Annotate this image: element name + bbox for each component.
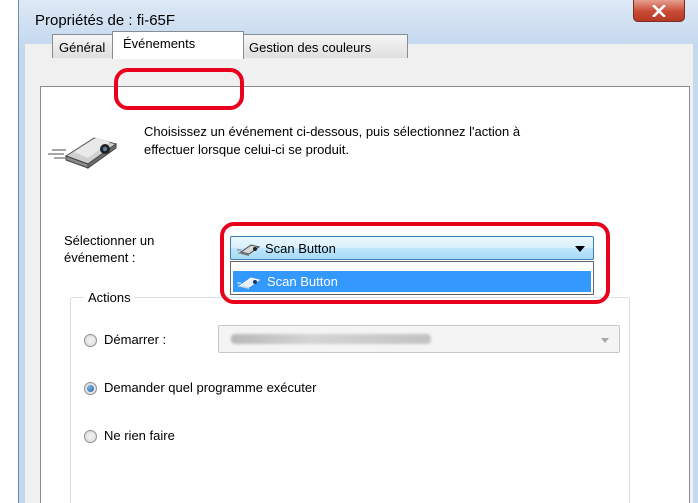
event-select-label: Sélectionner un événement : bbox=[64, 232, 154, 266]
start-label: Démarrer : bbox=[104, 332, 167, 347]
instructions-line-1: Choisissez un événement ci-dessous, puis… bbox=[144, 124, 521, 139]
prompt-program-label: Demander quel programme exécuter bbox=[104, 380, 317, 395]
event-option-scan-button[interactable]: Scan Button bbox=[233, 271, 591, 292]
start-radio[interactable] bbox=[84, 334, 97, 347]
event-select-label-line-1: Sélectionner un bbox=[64, 233, 155, 248]
event-options-list: Scan Button bbox=[230, 261, 594, 295]
tab-events[interactable]: Événements bbox=[112, 31, 244, 59]
tab-color-management[interactable]: Gestion des couleurs bbox=[242, 34, 408, 58]
scanner-small-icon bbox=[237, 277, 261, 289]
close-icon bbox=[652, 4, 666, 17]
scanner-small-icon bbox=[237, 244, 261, 256]
close-button[interactable] bbox=[633, 0, 685, 22]
event-select-dropdown[interactable]: Scan Button bbox=[230, 236, 594, 260]
tab-events-label: Événements bbox=[123, 36, 196, 51]
tab-color-management-label: Gestion des couleurs bbox=[249, 40, 372, 55]
tab-general[interactable]: Général bbox=[52, 34, 114, 58]
instructions-text: Choisissez un événement ci-dessous, puis… bbox=[144, 123, 664, 159]
event-option-label: Scan Button bbox=[267, 274, 338, 289]
chevron-down-icon bbox=[601, 338, 609, 343]
program-name-blurred bbox=[231, 334, 431, 344]
do-nothing-label: Ne rien faire bbox=[104, 428, 175, 443]
chevron-down-icon[interactable] bbox=[575, 246, 585, 252]
program-select-dropdown bbox=[218, 325, 620, 353]
tab-general-label: Général bbox=[59, 40, 106, 55]
window-title: Propriétés de : fi-65F bbox=[35, 12, 176, 29]
prompt-program-radio[interactable] bbox=[84, 382, 97, 395]
instructions-line-2: effectuer lorsque celui-ci se produit. bbox=[144, 142, 349, 157]
actions-legend: Actions bbox=[84, 290, 135, 305]
event-select-label-line-2: événement : bbox=[64, 250, 136, 265]
scanner-icon bbox=[48, 137, 118, 169]
do-nothing-radio[interactable] bbox=[84, 430, 97, 443]
event-select-value: Scan Button bbox=[265, 241, 336, 256]
